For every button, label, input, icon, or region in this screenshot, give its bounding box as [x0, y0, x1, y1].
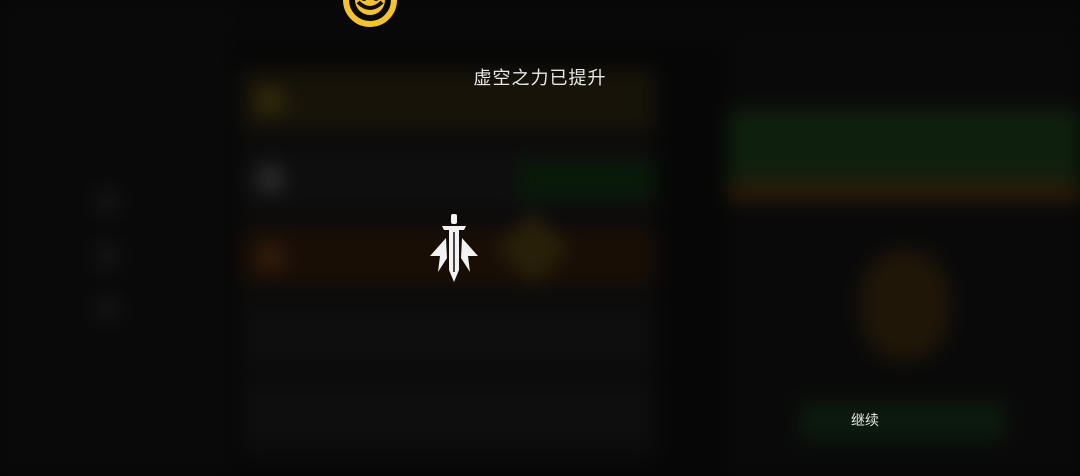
sword-icon	[430, 214, 478, 282]
game-screen: 虚空之力已提升 继续	[0, 0, 1080, 476]
reward-title: 虚空之力已提升	[473, 68, 607, 89]
continue-button[interactable]: 继续	[800, 402, 930, 440]
void-emblem-icon	[343, 0, 397, 27]
